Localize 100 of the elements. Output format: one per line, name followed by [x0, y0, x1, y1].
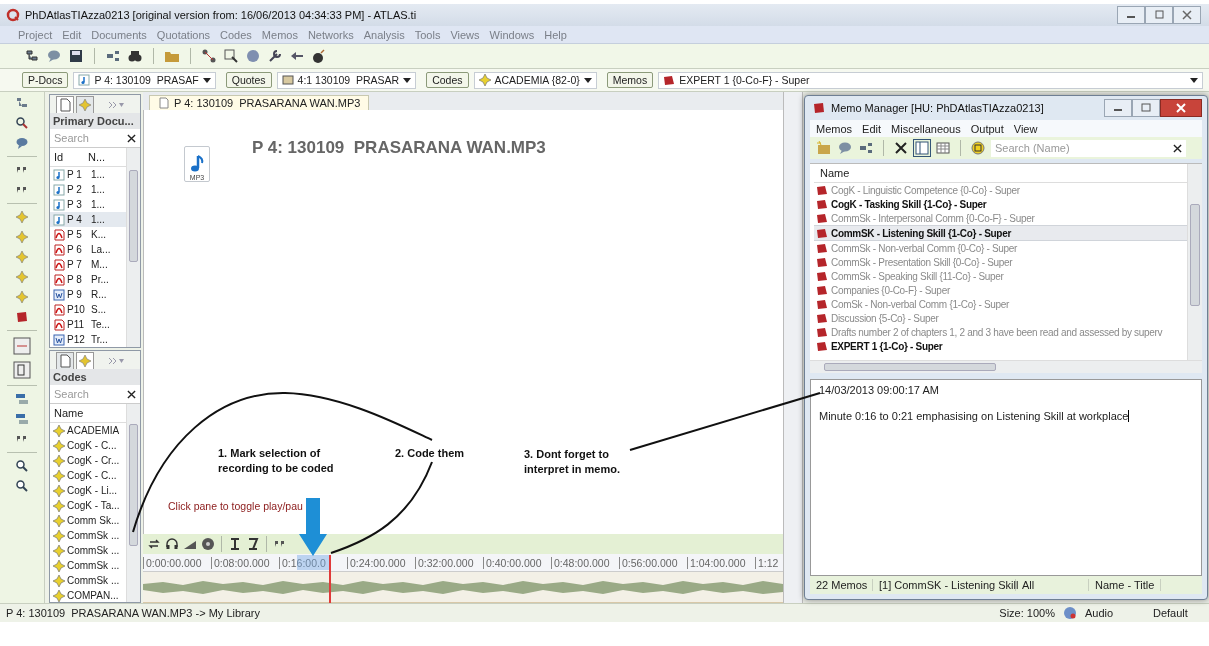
mark-end-icon[interactable] — [246, 537, 260, 551]
document-row[interactable]: P 1 1... — [50, 167, 126, 182]
menu-item[interactable]: Memos — [816, 122, 853, 135]
frame-icon[interactable] — [13, 361, 31, 379]
code-row[interactable]: CogK - C... — [50, 468, 126, 483]
star-icon[interactable] — [15, 290, 29, 304]
dropdown[interactable]: P 4: 130109 PRASAF — [73, 71, 216, 89]
memo-row[interactable]: Drafts number 2 of chapters 1, 2 and 3 have been read and assessed by superv — [814, 325, 1187, 339]
code-row[interactable]: CogK - Cr... — [50, 453, 126, 468]
code-row[interactable]: CogK - Ta... — [50, 498, 126, 513]
memo-row[interactable]: CommSk - Presentation Skill {0-Co} - Super — [814, 255, 1187, 269]
close-button[interactable] — [1160, 99, 1202, 117]
document-row[interactable]: P 3 1... — [50, 197, 126, 212]
memo-row[interactable]: CogK - Linguistic Competence {0-Co} - Super — [814, 183, 1187, 197]
save-icon[interactable] — [68, 48, 84, 64]
star-tab-icon[interactable] — [76, 96, 94, 113]
menu-item[interactable]: Output — [970, 122, 1004, 135]
manager-button[interactable]: P-Docs — [22, 72, 69, 88]
tree-icon[interactable] — [858, 140, 874, 156]
code-row[interactable]: CogK - Li... — [50, 483, 126, 498]
code-row[interactable]: CogK - C... — [50, 438, 126, 453]
timeline-ruler[interactable]: 0:00:00.000 0:08:00.000 0:16:00.0 0:24:00.000 0:32:00.000 0:40:00.000 0:48:00.000 0:56:00.000 1:04:00.000 1:12 — [143, 554, 783, 572]
code-row[interactable]: CommSk ... — [50, 543, 126, 558]
column-header[interactable]: Name — [814, 164, 1187, 183]
search-icon[interactable] — [223, 48, 239, 64]
document-row[interactable]: P 5 K... — [50, 227, 126, 242]
document-row[interactable]: P10 S... — [50, 302, 126, 317]
star-icon[interactable] — [15, 230, 29, 244]
chevron-icon[interactable] — [108, 101, 124, 109]
speech-bubble-icon[interactable] — [837, 140, 853, 156]
star-icon[interactable] — [15, 270, 29, 284]
globe-icon[interactable] — [245, 48, 261, 64]
manager-button[interactable]: Memos — [606, 72, 654, 88]
document-tab-icon[interactable] — [56, 96, 74, 113]
chevron-icon[interactable] — [108, 357, 124, 365]
document-row[interactable]: P 7 M... — [50, 257, 126, 272]
document-row[interactable]: P 8 Pr... — [50, 272, 126, 287]
search-icon[interactable] — [15, 116, 29, 130]
memo-row[interactable]: ComSk - Non-verbal Comm {1-Co} - Super — [814, 297, 1187, 311]
manager-button[interactable]: Codes — [426, 72, 469, 88]
disc-icon[interactable] — [201, 537, 215, 551]
loop-icon[interactable] — [147, 537, 161, 551]
memo-row[interactable]: CommSk - Interpersonal Comm {0-Co-F} - Super — [814, 211, 1187, 225]
close-button[interactable] — [1173, 6, 1201, 24]
memo-row[interactable]: CogK - Tasking Skill {1-Co} - Super — [814, 197, 1187, 211]
binoculars-icon[interactable] — [127, 48, 143, 64]
zoom-icon[interactable] — [15, 479, 29, 493]
memo-row[interactable]: EXPERT 1 {1-Co} - Super — [814, 339, 1187, 353]
dropdown[interactable]: 4:1 130109 PRASAR — [276, 71, 417, 89]
mark-start-icon[interactable] — [228, 537, 242, 551]
document-tab-icon[interactable] — [56, 352, 74, 369]
menu-item[interactable]: Miscellaneous — [891, 122, 961, 135]
zoom-icon[interactable] — [15, 459, 29, 473]
code-row[interactable]: CommSk ... — [50, 528, 126, 543]
minimize-button[interactable] — [1104, 99, 1132, 117]
star-icon[interactable] — [15, 210, 29, 224]
manager-button[interactable]: Quotes — [225, 72, 272, 88]
dropdown[interactable]: ACADEMIA {82-0} — [473, 71, 597, 89]
menu-item[interactable]: View — [1013, 122, 1038, 135]
wrench-icon[interactable] — [267, 48, 283, 64]
code-row[interactable]: COMPAN... — [50, 588, 126, 602]
book-icon[interactable] — [15, 310, 29, 324]
delete-icon[interactable] — [893, 140, 909, 156]
document-row[interactable]: P 2 1... — [50, 182, 126, 197]
column-header[interactable]: Name — [54, 407, 84, 419]
memo-row[interactable]: CommSK - Listening Skill {1-Co} - Super — [814, 225, 1187, 241]
bomb-icon[interactable] — [311, 48, 327, 64]
document-row[interactable]: P11 Te... — [50, 317, 126, 332]
panel-icon[interactable] — [15, 412, 29, 426]
clear-icon[interactable] — [1173, 143, 1182, 153]
tree-icon[interactable] — [24, 48, 40, 64]
memo-row[interactable]: CommSk - Non-verbal Comm {0-Co} - Super — [814, 241, 1187, 255]
column-header[interactable]: Id — [54, 151, 80, 163]
clear-icon[interactable] — [127, 389, 136, 399]
split-view-icon[interactable] — [914, 140, 930, 156]
network-icon[interactable] — [201, 48, 217, 64]
column-header[interactable]: N... — [88, 151, 106, 163]
memo-row[interactable]: Discussion {5-Co} - Super — [814, 311, 1187, 325]
memo-row[interactable]: Companies {0-Co-F} - Super — [814, 283, 1187, 297]
speech-bubble-icon[interactable] — [15, 136, 29, 150]
star-tab-icon[interactable] — [76, 352, 94, 369]
star-icon[interactable] — [15, 250, 29, 264]
tree-icon[interactable] — [105, 48, 121, 64]
code-row[interactable]: CommSk ... — [50, 558, 126, 573]
code-row[interactable]: ACADEMIA — [50, 423, 126, 438]
document-row[interactable]: P12 Tr... — [50, 332, 126, 347]
headphones-icon[interactable] — [165, 537, 179, 551]
memo-text-area[interactable]: 14/03/2013 09:00:17 AM Minute 0:16 to 0:21 emphasising on Listening Skill at workplace — [810, 379, 1202, 576]
grid-icon[interactable] — [935, 140, 951, 156]
document-row[interactable]: P 9 R... — [50, 287, 126, 302]
speech-bubble-icon[interactable] — [46, 48, 62, 64]
document-row[interactable]: P 4 1... — [50, 212, 126, 227]
menu-item[interactable]: Edit — [862, 122, 882, 135]
code-row[interactable]: Comm Sk... — [50, 513, 126, 528]
document-tab[interactable]: P 4: 130109 PRASARANA WAN.MP3 — [149, 95, 370, 110]
document-row[interactable]: P 6 La... — [50, 242, 126, 257]
tree-icon[interactable] — [15, 96, 29, 110]
dropdown[interactable]: EXPERT 1 {0-Co-F} - Super — [658, 71, 1203, 89]
code-row[interactable]: CommSk ... — [50, 573, 126, 588]
clear-icon[interactable] — [127, 133, 136, 143]
